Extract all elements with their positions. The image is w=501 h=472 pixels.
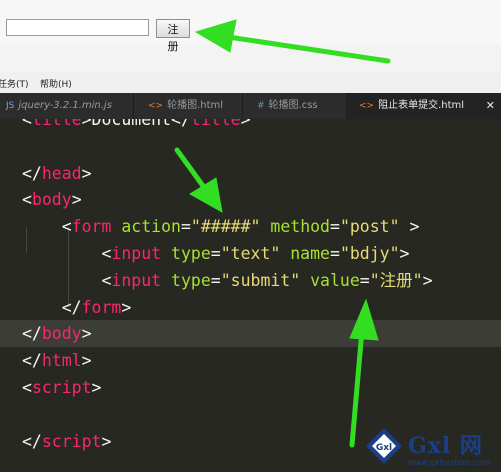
code-line: <body> <box>22 186 82 213</box>
js-file-icon: JS <box>6 101 15 111</box>
code-token: = <box>359 270 370 290</box>
tab-carousel-html[interactable]: <> 轮播图.html <box>134 93 243 119</box>
code-line: <form action="#####" method="post" > <box>22 213 420 240</box>
code-token: = <box>330 217 340 237</box>
code-token: </ <box>22 324 42 344</box>
text-input[interactable] <box>6 19 149 36</box>
tab-carousel-css[interactable]: # 轮播图.css <box>243 93 347 119</box>
code-token: </ <box>22 351 42 371</box>
code-token: body <box>41 324 82 344</box>
code-token: > <box>121 297 132 317</box>
code-token: < <box>22 190 32 210</box>
tab-label: 轮播图.css <box>268 100 318 111</box>
code-line: <script> <box>22 374 101 401</box>
menu-item-tasks[interactable]: 任务(T) <box>0 77 29 90</box>
code-token: < <box>22 119 32 129</box>
code-token: form <box>81 297 122 317</box>
code-token: value <box>310 270 360 290</box>
code-token: = <box>210 270 221 290</box>
code-token: > <box>240 119 251 129</box>
code-token: > <box>81 351 92 371</box>
code-token: > <box>422 270 433 290</box>
code-token: script <box>41 431 102 451</box>
close-icon[interactable]: ✕ <box>486 93 495 119</box>
code-token: > <box>399 217 420 237</box>
code-token: </ <box>22 297 82 317</box>
code-token: head <box>41 163 82 183</box>
editor-tab-bar: JS jquery-3.2.1.min.js <> 轮播图.html # 轮播图.cs… <box>0 93 501 119</box>
code-line: </form> <box>22 294 132 321</box>
code-token: = <box>330 244 340 263</box>
code-token: title <box>31 119 82 129</box>
code-token: > <box>399 244 410 263</box>
code-token: "post" <box>339 217 400 237</box>
code-token: > <box>81 163 92 183</box>
code-token: input <box>111 270 162 290</box>
code-token: > <box>101 431 112 451</box>
watermark-title: Gxl 网 <box>408 433 483 459</box>
code-token: > <box>81 324 92 344</box>
code-token: < <box>22 378 32 397</box>
code-token: < <box>22 244 112 263</box>
code-token: > <box>91 378 102 397</box>
tab-label: 阻止表单提交.html <box>378 100 465 111</box>
code-token: type <box>171 270 211 290</box>
code-token: = <box>210 244 221 263</box>
browser-preview: 注册 <box>0 0 501 72</box>
code-token: title <box>190 119 241 129</box>
code-token: body <box>31 190 72 210</box>
code-token: = <box>180 217 191 237</box>
watermark-url: www.gxlsystem.com <box>408 458 491 467</box>
menu-item-help[interactable]: 帮助(H) <box>40 77 72 90</box>
code-token: method <box>270 217 330 237</box>
code-token: </ <box>22 431 42 451</box>
code-token: > <box>71 190 82 210</box>
code-token: "submit" <box>220 270 301 290</box>
code-token: "#####" <box>190 217 261 237</box>
css-file-icon: # <box>257 101 265 111</box>
gxl-logo-icon: Gxl <box>366 428 402 464</box>
code-token: name <box>290 244 330 263</box>
code-token: >Document</ <box>81 119 191 129</box>
code-token: "text" <box>220 244 281 263</box>
html-file-icon: <> <box>148 101 164 111</box>
code-token: "bdjy" <box>339 244 400 263</box>
code-line: </body> <box>22 320 92 347</box>
tab-label: 轮播图.html <box>167 100 224 111</box>
html-file-icon: <> <box>359 101 375 111</box>
tab-jquery[interactable]: JS jquery-3.2.1.min.js <box>0 93 134 119</box>
code-token: < <box>22 270 112 290</box>
code-token: html <box>41 351 82 371</box>
code-editor[interactable]: <title>Document</title> </head> <body> <fo… <box>0 119 501 472</box>
code-line: <input type="submit" value="注册"> <box>22 267 433 294</box>
svg-text:Gxl: Gxl <box>376 443 392 453</box>
code-line: </script> <box>22 428 111 455</box>
code-token: script <box>31 378 92 397</box>
site-watermark: Gxl Gxl 网 www.gxlsystem.com <box>364 426 501 472</box>
tab-prevent-submit-html[interactable]: <> 阻止表单提交.html ✕ <box>347 93 501 119</box>
code-line: </html> <box>22 347 92 374</box>
code-token: "注册" <box>369 270 423 290</box>
code-token: input <box>111 244 162 263</box>
code-line: </head> <box>22 160 92 187</box>
submit-button[interactable]: 注册 <box>156 19 190 53</box>
menu-bar: 任务(T) 帮助(H) <box>0 72 501 93</box>
code-token: form <box>71 217 112 237</box>
code-token: action <box>121 217 181 237</box>
code-token: < <box>22 217 72 237</box>
code-token: type <box>171 244 211 263</box>
code-line: <title>Document</title> <box>22 119 251 133</box>
code-token: </ <box>22 163 42 183</box>
code-line: <input type="text" name="bdjy"> <box>22 240 409 267</box>
tab-label: jquery-3.2.1.min.js <box>18 100 112 111</box>
